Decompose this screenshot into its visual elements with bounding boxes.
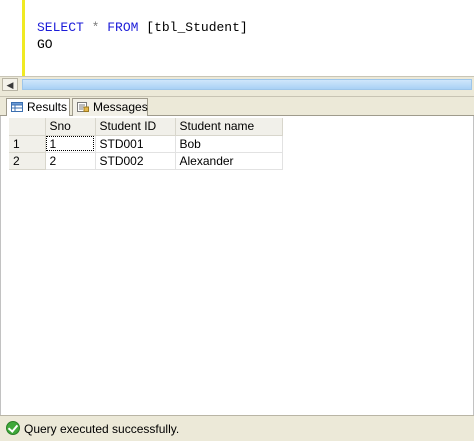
status-message: Query executed successfully. (24, 422, 180, 436)
sql-code[interactable]: SELECT * FROM [tbl_Student] GO (37, 19, 248, 53)
column-header-student-name[interactable]: Student name (175, 118, 283, 136)
query-editor[interactable]: SELECT * FROM [tbl_Student] GO (0, 0, 474, 76)
tab-messages[interactable]: Messages (72, 98, 148, 116)
row-number[interactable]: 2 (9, 152, 46, 170)
tab-results-label: Results (27, 100, 68, 114)
scroll-thumb[interactable] (22, 79, 472, 90)
table-identifier: [tbl_Student] (146, 20, 248, 35)
grid-cell[interactable]: STD001 (95, 135, 176, 153)
table-row: 1 1 STD001 Bob (9, 135, 283, 153)
column-header-sno[interactable]: Sno (45, 118, 96, 136)
results-grid: Sno Student ID Student name 1 1 STD001 B… (9, 118, 283, 170)
keyword-from: FROM (107, 20, 139, 35)
success-check-icon (6, 421, 20, 435)
row-number[interactable]: 1 (9, 135, 46, 153)
results-tab-bar: Results Messages (0, 97, 474, 117)
scroll-left-arrow-icon[interactable]: ◀ (2, 78, 18, 91)
tab-results[interactable]: Results (6, 98, 70, 117)
operator-star: * (91, 20, 100, 35)
table-row: 2 2 STD002 Alexander (9, 152, 283, 170)
grid-icon (11, 102, 23, 112)
results-grid-area: Sno Student ID Student name 1 1 STD001 B… (0, 116, 474, 415)
grid-cell[interactable]: STD002 (95, 152, 176, 170)
tab-messages-label: Messages (93, 100, 148, 114)
grid-corner-cell[interactable] (9, 118, 46, 136)
messages-icon (77, 102, 89, 112)
column-header-student-id[interactable]: Student ID (95, 118, 176, 136)
grid-cell[interactable]: 1 (45, 135, 96, 153)
grid-cell[interactable]: Alexander (175, 152, 283, 170)
change-indicator-bar (22, 0, 25, 76)
grid-cell[interactable]: 2 (45, 152, 96, 170)
grid-header-row: Sno Student ID Student name (9, 118, 283, 136)
editor-horizontal-scrollbar[interactable]: ◀ (0, 76, 474, 92)
keyword-select: SELECT (37, 20, 84, 35)
editor-gutter (0, 0, 22, 76)
keyword-go: GO (37, 37, 53, 52)
grid-cell[interactable]: Bob (175, 135, 283, 153)
status-bar: Query executed successfully. (0, 415, 474, 441)
